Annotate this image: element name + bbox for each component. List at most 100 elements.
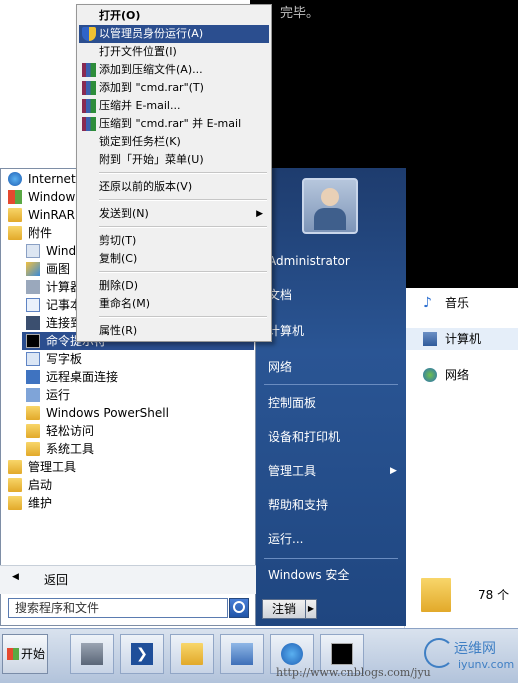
logo-ring-icon (424, 638, 454, 668)
program-windows[interactable]: Windows (8, 188, 82, 206)
paint-icon (26, 262, 40, 276)
search-input[interactable]: 搜索程序和文件 (8, 598, 228, 618)
place-admin-tools[interactable]: 管理工具 ▶ (268, 460, 397, 482)
program-calculator[interactable]: 计算器 (26, 278, 82, 296)
explorer-item-music[interactable]: ♪ 音乐 (405, 292, 518, 314)
wordpad-icon (26, 352, 40, 366)
menu-run-as-admin[interactable]: 以管理员身份运行(A) (79, 25, 269, 43)
divider (264, 384, 398, 385)
projector-icon (26, 316, 40, 330)
context-menu: 打开(O) 以管理员身份运行(A) 打开文件位置(I) 添加到压缩文件(A)..… (76, 4, 272, 342)
remote-desktop-icon (26, 370, 40, 384)
program-windows-sub[interactable]: Windo (26, 242, 84, 260)
menu-divider (99, 199, 267, 201)
cmd-icon (26, 334, 40, 348)
program-notepad[interactable]: 记事本 (26, 296, 82, 314)
network-icon (423, 368, 437, 382)
program-folder-maintenance[interactable]: 维护 (8, 494, 208, 512)
menu-divider (99, 316, 267, 318)
place-network[interactable]: 网络 (268, 356, 292, 378)
menu-compress-email[interactable]: 压缩并 E-mail... (79, 97, 269, 115)
windows-icon (8, 190, 22, 204)
cmd-icon (331, 643, 353, 665)
menu-cut[interactable]: 剪切(T) (79, 232, 269, 250)
program-internet-explorer[interactable]: Internet (8, 170, 76, 188)
explorer-window: ♪ 音乐 计算机 网络 (404, 288, 518, 628)
menu-send-to[interactable]: 发送到(N) ▶ (79, 205, 269, 223)
taskbar-powershell[interactable]: ❯ (120, 634, 164, 674)
arrow-left-icon: ◀ (12, 572, 19, 582)
place-run[interactable]: 运行... (268, 528, 303, 550)
program-folder-winrar[interactable]: WinRAR (8, 206, 75, 224)
program-folder-accessories[interactable]: 附件 (8, 224, 74, 242)
divider (264, 558, 398, 559)
menu-divider (99, 172, 267, 174)
ie-icon (281, 643, 303, 665)
menu-pin-to-start[interactable]: 附到「开始」菜单(U) (79, 151, 269, 169)
program-run[interactable]: 运行 (26, 386, 226, 404)
program-folder-startup[interactable]: 启动 (8, 476, 208, 494)
taskbar-control-panel[interactable] (220, 634, 264, 674)
user-avatar[interactable] (302, 178, 358, 234)
program-folder-ease-of-access[interactable]: 轻松访问 (26, 422, 226, 440)
place-computer[interactable]: 计算机 (268, 320, 304, 342)
folder-icon (26, 424, 40, 438)
folder-icon (8, 496, 22, 510)
logoff-button[interactable]: 注销 (262, 599, 306, 619)
server-manager-icon (81, 643, 103, 665)
taskbar-server-manager[interactable] (70, 634, 114, 674)
program-folder-admin-tools[interactable]: 管理工具 (8, 458, 208, 476)
program-folder-system-tools[interactable]: 系统工具 (26, 440, 226, 458)
powershell-icon: ❯ (131, 643, 153, 665)
search-icon[interactable] (229, 598, 249, 618)
item-count: 78 个 (478, 588, 510, 602)
program-connect[interactable]: 连接到 (26, 314, 82, 332)
folder-icon (26, 406, 40, 420)
folder-icon (8, 460, 22, 474)
menu-copy[interactable]: 复制(C) (79, 250, 269, 268)
user-body-icon (314, 208, 346, 230)
menu-add-to-cmd-rar[interactable]: 添加到 "cmd.rar"(T) (79, 79, 269, 97)
folder-open-icon (8, 226, 22, 240)
program-wordpad[interactable]: 写字板 (26, 350, 226, 368)
computer-icon (423, 332, 437, 346)
menu-pin-to-taskbar[interactable]: 锁定到任务栏(K) (79, 133, 269, 151)
program-remote-desktop[interactable]: 远程桌面连接 (26, 368, 226, 386)
menu-open-file-location[interactable]: 打开文件位置(I) (79, 43, 269, 61)
place-help-support[interactable]: 帮助和支持 (268, 494, 328, 516)
chevron-right-icon: ▶ (256, 209, 263, 219)
program-paint[interactable]: 画图 (26, 260, 74, 278)
start-button[interactable]: 开始 (2, 634, 48, 674)
windows-logo-icon (7, 648, 19, 660)
logoff-options-button[interactable]: ▶ (305, 599, 317, 619)
menu-compress-cmd-rar-email[interactable]: 压缩到 "cmd.rar" 并 E-mail (79, 115, 269, 133)
menu-open[interactable]: 打开(O) (79, 7, 269, 25)
user-name[interactable]: Administrator (268, 250, 350, 272)
music-icon: ♪ (423, 295, 432, 311)
winrar-icon (82, 99, 96, 113)
console-text: 完毕。 (280, 6, 320, 21)
notepad-icon (26, 298, 40, 312)
back-button[interactable]: ◀ 返回 (0, 565, 256, 594)
folder-icon (181, 643, 203, 665)
chevron-right-icon: ▶ (390, 466, 397, 476)
taskbar-explorer[interactable] (170, 634, 214, 674)
menu-add-to-archive[interactable]: 添加到压缩文件(A)... (79, 61, 269, 79)
folder-icon (421, 578, 451, 612)
program-folder-powershell[interactable]: Windows PowerShell (26, 404, 226, 422)
user-head-icon (321, 188, 339, 206)
folder-icon (8, 208, 22, 222)
watermark-url: http://www.cnblogs.com/jyu (276, 666, 431, 679)
folder-icon (26, 442, 40, 456)
menu-delete[interactable]: 删除(D) (79, 277, 269, 295)
explorer-item-network[interactable]: 网络 (405, 364, 518, 386)
place-devices-printers[interactable]: 设备和打印机 (268, 426, 340, 448)
place-windows-security[interactable]: Windows 安全 (268, 564, 349, 586)
place-control-panel[interactable]: 控制面板 (268, 392, 316, 414)
menu-rename[interactable]: 重命名(M) (79, 295, 269, 313)
menu-properties[interactable]: 属性(R) (79, 322, 269, 340)
menu-divider (99, 226, 267, 228)
winrar-icon (82, 81, 96, 95)
explorer-item-computer[interactable]: 计算机 (405, 328, 518, 350)
menu-restore-previous[interactable]: 还原以前的版本(V) (79, 178, 269, 196)
